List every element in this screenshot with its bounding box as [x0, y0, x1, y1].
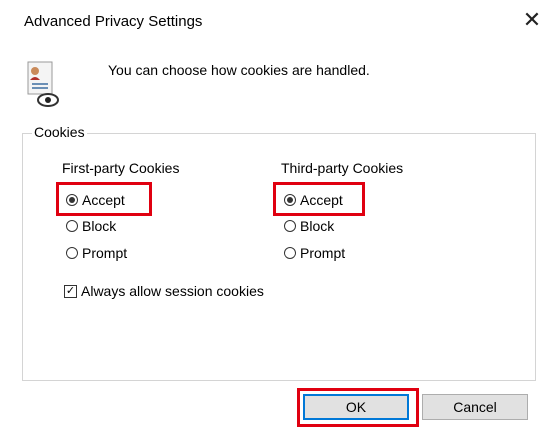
dialog-title: Advanced Privacy Settings — [24, 13, 203, 30]
radio-label: Block — [82, 218, 117, 234]
intro-text: You can choose how cookies are handled. — [108, 62, 370, 78]
close-icon[interactable]: ✕ — [520, 8, 544, 32]
third-party-prompt-radio[interactable]: Prompt — [284, 243, 345, 263]
radio-label: Prompt — [82, 245, 128, 261]
first-party-prompt-radio[interactable]: Prompt — [66, 243, 127, 263]
highlight-first-party-accept — [56, 182, 152, 216]
third-party-title: Third-party Cookies — [281, 160, 404, 176]
radio-label: Prompt — [300, 245, 346, 261]
session-cookies-checkbox[interactable]: ✓ Always allow session cookies — [64, 283, 264, 299]
radio-unchecked-icon — [284, 247, 296, 259]
radio-unchecked-icon — [284, 220, 296, 232]
first-party-block-radio[interactable]: Block — [66, 216, 116, 236]
cookies-group-label: Cookies — [32, 124, 87, 140]
highlight-ok-button — [297, 388, 419, 427]
highlight-third-party-accept — [273, 182, 365, 216]
radio-label: Block — [300, 218, 335, 234]
radio-unchecked-icon — [66, 247, 78, 259]
checkmark-icon: ✓ — [64, 284, 77, 298]
cancel-button[interactable]: Cancel — [422, 394, 528, 420]
radio-unchecked-icon — [66, 220, 78, 232]
privacy-icon — [24, 60, 64, 108]
third-party-block-radio[interactable]: Block — [284, 216, 334, 236]
first-party-title: First-party Cookies — [62, 160, 180, 176]
session-cookies-label: Always allow session cookies — [81, 283, 264, 299]
